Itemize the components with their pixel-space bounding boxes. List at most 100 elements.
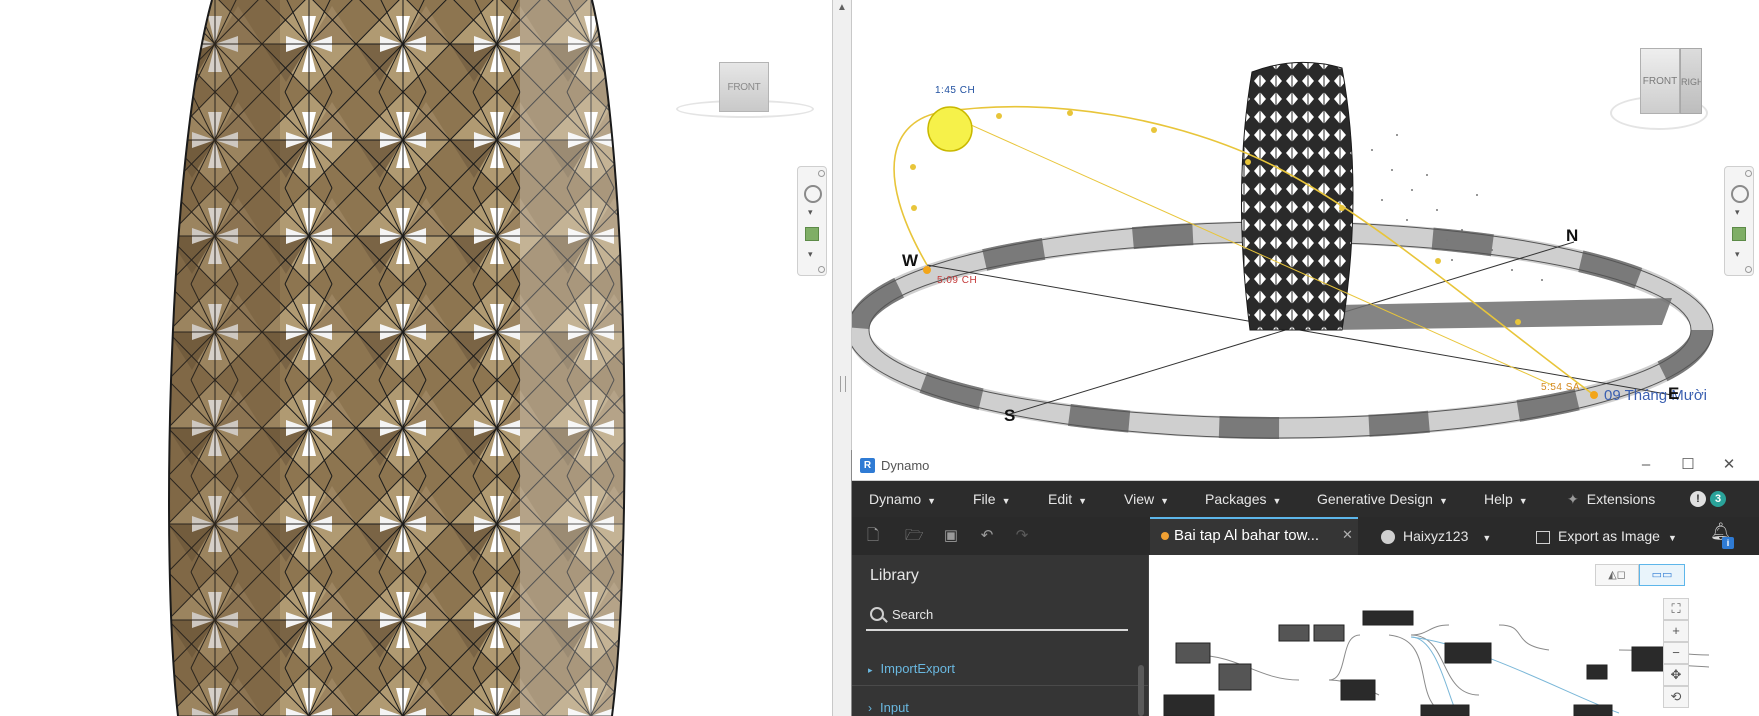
library-item-importexport[interactable]: ▸ ImportExport (868, 661, 955, 676)
sunrise-time-label: 5:54 SA (1541, 382, 1581, 393)
caret-down-icon: ▼ (1078, 496, 1088, 506)
pan-button[interactable]: ✥ (1663, 664, 1689, 686)
sunset-time-label: 5:09 CH (937, 275, 978, 286)
menu-help[interactable]: Help ▼ (1484, 481, 1528, 517)
navigation-bar[interactable]: ▾ ▾ (1724, 166, 1754, 276)
right-3d-viewport[interactable]: 1:45 CH 5:09 CH 5:54 SA 09 Tháng Mười W … (852, 0, 1759, 450)
menu-dynamo-label: Dynamo (869, 491, 922, 507)
sun-current-time-label: 1:45 CH (935, 85, 976, 96)
library-item-input[interactable]: › Input (868, 700, 909, 715)
caret-down-icon: ▼ (1667, 533, 1677, 543)
sun-path-scene (852, 61, 1714, 439)
window-title: Dynamo (881, 458, 930, 473)
dynamo-window[interactable]: R Dynamo – ☐ ✕ Dynamo ▼ File ▼ Edit ▼ View ▼… (851, 450, 1759, 716)
nav-bar-grip-dot (1745, 266, 1752, 273)
unsaved-indicator-dot (1161, 532, 1169, 540)
navigation-bar[interactable]: ▾ ▾ (797, 166, 827, 276)
caret-down-icon: ▼ (1438, 496, 1448, 506)
menu-edit[interactable]: Edit ▼ (1048, 481, 1087, 517)
account-menu[interactable]: Haixyz123 ▼ (1381, 517, 1491, 555)
view-cube-front-face[interactable]: FRONT (719, 62, 769, 112)
nav-bar-close-dot[interactable] (818, 170, 825, 177)
zoom-in-button[interactable]: + (1663, 620, 1689, 642)
view-cube-front-face[interactable]: FRONT (1640, 48, 1680, 114)
compass-south: S (1004, 406, 1016, 425)
steering-wheel-icon[interactable] (1731, 185, 1749, 203)
undo-icon[interactable]: ↶ (979, 528, 995, 544)
new-file-icon[interactable]: 🗋 (865, 528, 881, 544)
zoom-region-icon[interactable] (1732, 227, 1746, 241)
notification-count-badge[interactable]: 3 (1710, 491, 1726, 507)
dynamo-title-bar[interactable]: R Dynamo – ☐ ✕ (852, 450, 1759, 481)
user-icon (1381, 530, 1395, 545)
caret-down-icon: ▼ (927, 496, 937, 506)
caret-down-icon: ▼ (1001, 496, 1011, 506)
alert-icon[interactable]: ! (1690, 491, 1706, 507)
zoom-region-icon[interactable] (805, 227, 819, 241)
menu-view[interactable]: View ▼ (1124, 481, 1169, 517)
caret-down-icon: ▼ (1160, 496, 1170, 506)
menu-generative-design-label: Generative Design (1317, 491, 1433, 507)
view-cube-right-face[interactable]: RIGHT (1680, 48, 1702, 114)
splitter-grip-handle[interactable] (840, 376, 846, 392)
revit-logo-icon: R (860, 458, 875, 473)
export-label: Export as Image (1558, 528, 1660, 544)
menu-packages-label: Packages (1205, 491, 1267, 507)
export-as-image-button[interactable]: Export as Image ▼ (1536, 517, 1677, 555)
scroll-up-arrow-icon[interactable]: ▲ (836, 2, 848, 14)
library-panel: Library Search ▸ ImportExport › Input (852, 555, 1148, 716)
account-name: Haixyz123 (1403, 528, 1469, 544)
redo-icon[interactable]: ↷ (1014, 528, 1030, 544)
compass-north: N (1566, 226, 1579, 245)
menu-edit-label: Edit (1048, 491, 1073, 507)
compass-east: E (1668, 384, 1680, 403)
chevron-down-icon[interactable]: ▾ (1735, 249, 1740, 260)
chevron-down-icon[interactable]: ▾ (1735, 207, 1740, 218)
divider (852, 685, 1148, 686)
menu-bar: Dynamo ▼ File ▼ Edit ▼ View ▼ Packages ▼ Gene… (852, 481, 1759, 517)
date-label: 09 Tháng Mười (1604, 387, 1707, 404)
maximize-button[interactable]: ☐ (1677, 454, 1699, 476)
close-button[interactable]: ✕ (1718, 454, 1740, 476)
chevron-down-icon[interactable]: ▾ (808, 249, 813, 260)
pin-icon: ✦ (1567, 491, 1579, 507)
orbit-button[interactable]: ⟲ (1663, 686, 1689, 708)
workspace-tab-label: Bai tap Al bahar tow... (1174, 527, 1320, 544)
compass-west: W (902, 251, 919, 270)
info-badge: i (1722, 537, 1734, 549)
menu-view-label: View (1124, 491, 1155, 507)
open-folder-icon[interactable]: 🗁 (905, 528, 924, 544)
library-item-label: Input (880, 700, 909, 715)
menu-help-label: Help (1484, 491, 1513, 507)
nav-bar-grip-dot (818, 266, 825, 273)
image-icon (1536, 530, 1550, 544)
tab-close-icon[interactable]: ✕ (1342, 527, 1353, 543)
graph-view-toggle[interactable]: ▭▭ (1639, 564, 1685, 586)
left-3d-viewport[interactable]: FRONT ▾ ▾ (0, 0, 832, 716)
nav-bar-close-dot[interactable] (1745, 170, 1752, 177)
extensions-button[interactable]: ✦ Extensions (1567, 481, 1655, 517)
chevron-down-icon[interactable]: ▾ (808, 207, 813, 218)
caret-down-icon: ▼ (1272, 496, 1282, 506)
graph-canvas[interactable]: ◭◻ ▭▭ ⛶ + − ✥ ⟲ (1148, 555, 1759, 716)
library-scrollbar[interactable] (1138, 665, 1144, 716)
chevron-right-icon: ▸ (868, 665, 873, 675)
extensions-label: Extensions (1586, 491, 1656, 507)
menu-file[interactable]: File ▼ (973, 481, 1010, 517)
zoom-to-fit-button[interactable]: ⛶ (1663, 598, 1689, 620)
viewport-splitter-scrollbar[interactable]: ▲ (832, 0, 852, 716)
workspace-tab[interactable]: Bai tap Al bahar tow... ✕ (1150, 517, 1358, 555)
library-search-input[interactable]: Search (866, 603, 1128, 631)
search-placeholder: Search (892, 607, 934, 622)
menu-packages[interactable]: Packages ▼ (1205, 481, 1281, 517)
caret-down-icon: ▼ (1482, 533, 1492, 543)
library-title: Library (870, 567, 919, 584)
minimize-button[interactable]: – (1635, 454, 1657, 476)
steering-wheel-icon[interactable] (804, 185, 822, 203)
geometry-view-toggle[interactable]: ◭◻ (1595, 564, 1639, 586)
chevron-right-icon: › (868, 701, 872, 715)
menu-generative-design[interactable]: Generative Design ▼ (1317, 481, 1448, 517)
save-icon[interactable]: ▣ (943, 528, 959, 544)
zoom-out-button[interactable]: − (1663, 642, 1689, 664)
menu-dynamo[interactable]: Dynamo ▼ (869, 481, 936, 517)
